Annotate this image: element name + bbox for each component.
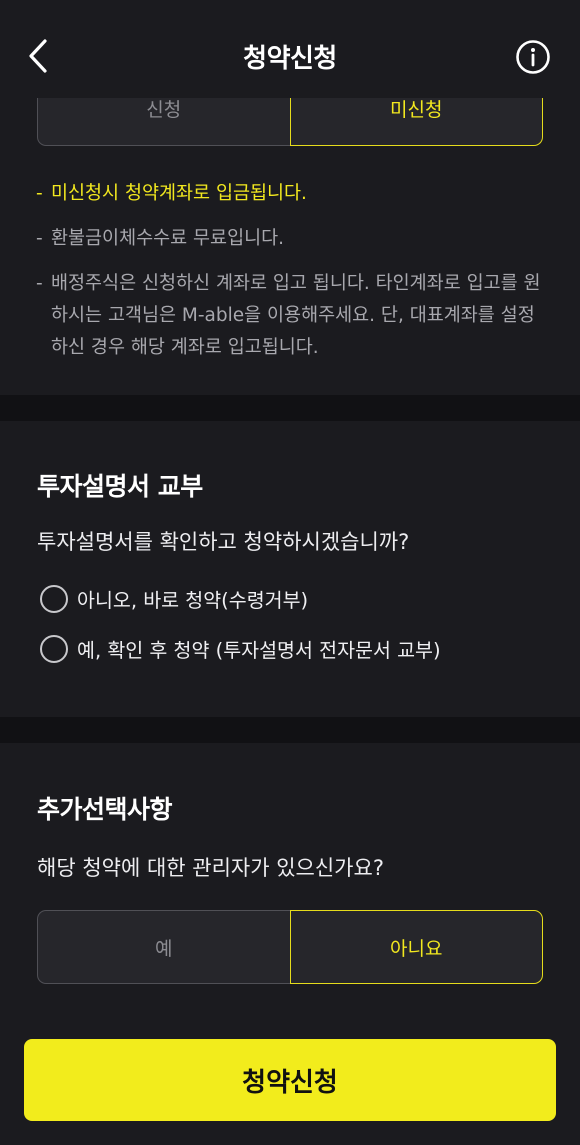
- notice-item: - 배정주식은 신청하신 계좌로 입고 됩니다. 타인계좌로 입고를 원하시는 …: [36, 268, 546, 364]
- manager-toggle: 예 아니요: [37, 910, 543, 984]
- notice-text: 환불금이체수수료 무료입니다.: [51, 228, 285, 249]
- submit-button[interactable]: 청약신청: [24, 1039, 556, 1121]
- section-divider: [0, 395, 580, 421]
- manager-option-no[interactable]: 아니요: [289, 910, 543, 984]
- page-title: 청약신청: [243, 44, 337, 74]
- note-dash: -: [36, 183, 43, 204]
- prospectus-question: 투자설명서를 확인하고 청약하시겠습니까?: [37, 530, 410, 554]
- radio-unchecked-icon: [40, 634, 68, 663]
- notice-text: 배정주식은 신청하신 계좌로 입고 됩니다. 타인계좌로 입고를 원하시는 고객…: [51, 273, 541, 358]
- manager-option-yes[interactable]: 예: [37, 910, 290, 984]
- notice-item: - 미신청시 청약계좌로 입금됩니다.: [36, 178, 546, 210]
- info-circle-icon: [516, 40, 550, 74]
- prospectus-title: 투자설명서 교부: [37, 472, 203, 501]
- notice-text: 미신청시 청약계좌로 입금됩니다.: [51, 183, 307, 204]
- radio-label: 예, 확인 후 청약 (투자설명서 전자문서 교부): [77, 639, 441, 662]
- note-dash: -: [36, 228, 43, 249]
- note-dash: -: [36, 273, 43, 294]
- notice-list: - 미신청시 청약계좌로 입금됩니다. - 환불금이체수수료 무료입니다. - …: [36, 178, 546, 377]
- prospectus-option-confirm[interactable]: 예, 확인 후 청약 (투자설명서 전자문서 교부): [40, 634, 441, 663]
- app-header: 청약신청: [0, 0, 580, 98]
- section-divider: [0, 717, 580, 743]
- radio-label: 아니오, 바로 청약(수령거부): [77, 589, 309, 612]
- additional-title: 추가선택사항: [37, 795, 173, 824]
- radio-unchecked-icon: [40, 584, 68, 613]
- manager-question: 해당 청약에 대한 관리자가 있으신가요?: [37, 856, 384, 880]
- prospectus-option-refuse[interactable]: 아니오, 바로 청약(수령거부): [40, 584, 308, 613]
- info-button[interactable]: [514, 38, 552, 76]
- notice-item: - 환불금이체수수료 무료입니다.: [36, 223, 546, 255]
